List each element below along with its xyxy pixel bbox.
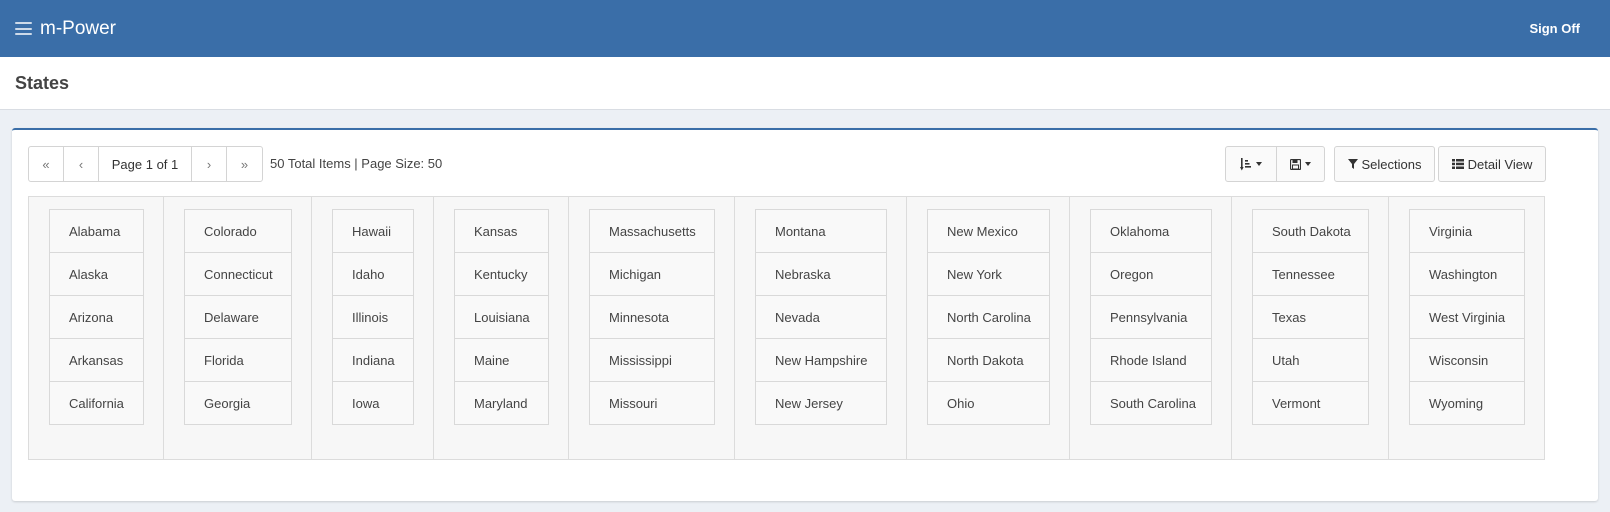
brand-name: m-Power [40,17,117,39]
top-navbar: m-Power Sign Off [0,0,1610,57]
pagination: « ‹ Page 1 of 1 › » [28,146,263,182]
states-grid: Alabama Alaska Arizona Arkansas California Co… [28,196,1545,460]
selections-group: Selections [1334,146,1435,182]
state-cell[interactable]: Alabama [49,209,144,253]
detail-view-label: Detail View [1467,156,1533,172]
state-cell[interactable]: North Carolina [927,295,1050,339]
sign-off-link[interactable]: Sign Off [1529,21,1580,36]
state-cell[interactable]: Delaware [184,295,292,339]
sort-icon [1240,157,1251,170]
state-cell[interactable]: Washington [1409,252,1525,296]
states-column: New Mexico New York North Carolina North Da… [907,197,1070,459]
state-cell[interactable]: Nebraska [755,252,887,296]
title-bar: States [0,57,1610,110]
selections-label: Selections [1361,156,1422,172]
state-cell[interactable]: Nevada [755,295,887,339]
state-cell[interactable]: West Virginia [1409,295,1525,339]
states-column: South Dakota Tennessee Texas Utah Vermont [1232,197,1389,459]
states-column: Oklahoma Oregon Pennsylvania Rhode Island So… [1070,197,1232,459]
states-column: Alabama Alaska Arizona Arkansas California [29,197,164,459]
caret-down-icon [1305,162,1311,166]
state-cell[interactable]: Pennsylvania [1090,295,1212,339]
state-cell[interactable]: Georgia [184,381,292,425]
state-cell[interactable]: Maine [454,338,549,382]
state-cell[interactable]: Florida [184,338,292,382]
brand: m-Power [15,18,116,40]
state-cell[interactable]: Michigan [589,252,715,296]
export-dropdown-button[interactable] [1277,146,1325,182]
state-cell[interactable]: Oklahoma [1090,209,1212,253]
states-column: Montana Nebraska Nevada New Hampshire New Je… [735,197,907,459]
state-cell[interactable]: Arkansas [49,338,144,382]
sort-export-group [1225,146,1325,182]
state-cell[interactable]: South Dakota [1252,209,1369,253]
first-page-button[interactable]: « [29,147,64,181]
state-cell[interactable]: Minnesota [589,295,715,339]
state-cell[interactable]: California [49,381,144,425]
page-title: States [15,72,70,93]
state-cell[interactable]: Missouri [589,381,715,425]
page-indicator[interactable]: Page 1 of 1 [99,147,192,181]
state-cell[interactable]: Vermont [1252,381,1369,425]
state-cell[interactable]: Utah [1252,338,1369,382]
states-column: Massachusetts Michigan Minnesota Mississipp… [569,197,735,459]
state-cell[interactable]: North Dakota [927,338,1050,382]
state-cell[interactable]: Massachusetts [589,209,715,253]
state-cell[interactable]: Virginia [1409,209,1525,253]
list-icon [1451,159,1464,169]
states-column: Hawaii Idaho Illinois Indiana Iowa [312,197,434,459]
state-cell[interactable]: Wisconsin [1409,338,1525,382]
state-cell[interactable]: South Carolina [1090,381,1212,425]
save-icon [1290,158,1301,170]
grid-toolbar: « ‹ Page 1 of 1 › » 50 Total Items | Pag… [28,146,1584,182]
state-cell[interactable]: Indiana [332,338,414,382]
state-cell[interactable]: Tennessee [1252,252,1369,296]
detail-view-group: Detail View [1438,146,1546,182]
state-cell[interactable]: Montana [755,209,887,253]
state-cell[interactable]: Alaska [49,252,144,296]
state-cell[interactable]: Iowa [332,381,414,425]
state-cell[interactable]: New York [927,252,1050,296]
sort-dropdown-button[interactable] [1225,146,1277,182]
state-cell[interactable]: Kentucky [454,252,549,296]
state-cell[interactable]: New Jersey [755,381,887,425]
next-page-button[interactable]: › [192,147,227,181]
state-cell[interactable]: Arizona [49,295,144,339]
hamburger-menu-icon[interactable] [15,22,32,35]
filter-icon [1347,159,1358,169]
content-panel: « ‹ Page 1 of 1 › » 50 Total Items | Pag… [12,128,1598,501]
state-cell[interactable]: Louisiana [454,295,549,339]
state-cell[interactable]: Connecticut [184,252,292,296]
state-cell[interactable]: Rhode Island [1090,338,1212,382]
state-cell[interactable]: Colorado [184,209,292,253]
state-cell[interactable]: Oregon [1090,252,1212,296]
last-page-button[interactable]: » [227,147,262,181]
total-items-info: 50 Total Items | Page Size: 50 [270,156,443,171]
state-cell[interactable]: Wyoming [1409,381,1525,425]
caret-down-icon [1256,162,1262,166]
state-cell[interactable]: Hawaii [332,209,414,253]
state-cell[interactable]: Mississippi [589,338,715,382]
states-column: Kansas Kentucky Louisiana Maine Maryland [434,197,569,459]
states-column: Virginia Washington West Virginia Wisconsin… [1389,197,1544,459]
state-cell[interactable]: Kansas [454,209,549,253]
states-column: Colorado Connecticut Delaware Florida Georgi… [164,197,312,459]
state-cell[interactable]: New Mexico [927,209,1050,253]
state-cell[interactable]: Illinois [332,295,414,339]
state-cell[interactable]: Ohio [927,381,1050,425]
state-cell[interactable]: Maryland [454,381,549,425]
previous-page-button[interactable]: ‹ [64,147,99,181]
state-cell[interactable]: Texas [1252,295,1369,339]
state-cell[interactable]: Idaho [332,252,414,296]
state-cell[interactable]: New Hampshire [755,338,887,382]
selections-button[interactable]: Selections [1334,146,1435,182]
detail-view-button[interactable]: Detail View [1438,146,1546,182]
